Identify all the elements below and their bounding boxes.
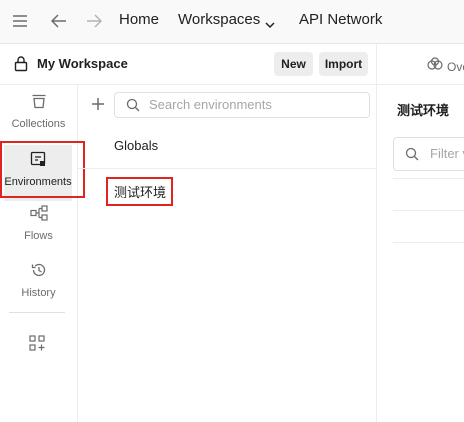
highlight-box <box>106 177 173 206</box>
tab-label: Ove <box>447 59 464 74</box>
search-input[interactable] <box>149 95 359 114</box>
back-arrow-icon[interactable] <box>48 10 70 32</box>
search-environments-field[interactable] <box>114 92 370 118</box>
forward-arrow-icon[interactable] <box>83 10 105 32</box>
search-icon <box>126 98 140 117</box>
flows-icon <box>29 205 48 226</box>
sidebar-item-label: Collections <box>11 118 66 130</box>
table-divider <box>393 242 464 243</box>
home-link[interactable]: Home <box>119 11 159 28</box>
list-divider <box>78 168 376 169</box>
environment-name: Globals <box>114 138 159 153</box>
configure-sidebar-icon[interactable] <box>29 335 45 356</box>
overview-icon <box>427 57 443 76</box>
workspace-header: My Workspace New Import <box>0 44 376 85</box>
rail-divider <box>9 312 65 313</box>
tab-strip: Ove <box>377 44 464 85</box>
tab-overview[interactable]: Ove <box>427 57 464 76</box>
workspace-name[interactable]: My Workspace <box>37 56 128 71</box>
panel-divider <box>376 44 377 422</box>
import-button[interactable]: Import <box>319 52 368 76</box>
environment-title[interactable]: 测试环境 <box>397 100 449 119</box>
sidebar-item-label: History <box>21 287 56 299</box>
filter-variables-field[interactable]: Filter v <box>393 137 464 171</box>
table-divider <box>393 178 464 179</box>
workspaces-menu[interactable]: Workspaces <box>178 11 260 28</box>
chevron-down-icon[interactable] <box>265 16 275 34</box>
sidebar-item-history[interactable]: History <box>0 262 77 318</box>
list-item-globals[interactable]: Globals <box>78 129 376 163</box>
sidebar-item-flows[interactable]: Flows <box>0 205 77 261</box>
sidebar-item-label: Flows <box>24 230 53 242</box>
top-navigation-bar: Home Workspaces API Network <box>0 0 464 44</box>
history-icon <box>31 262 47 283</box>
add-environment-icon[interactable] <box>91 97 105 116</box>
api-network-link[interactable]: API Network <box>299 11 382 28</box>
collections-icon <box>31 93 47 114</box>
menu-icon[interactable] <box>9 10 31 32</box>
highlight-box <box>0 141 85 198</box>
filter-placeholder: Filter v <box>430 146 464 161</box>
search-icon <box>405 147 419 166</box>
table-divider <box>393 210 464 211</box>
new-button[interactable]: New <box>274 52 313 76</box>
lock-icon <box>14 56 28 77</box>
